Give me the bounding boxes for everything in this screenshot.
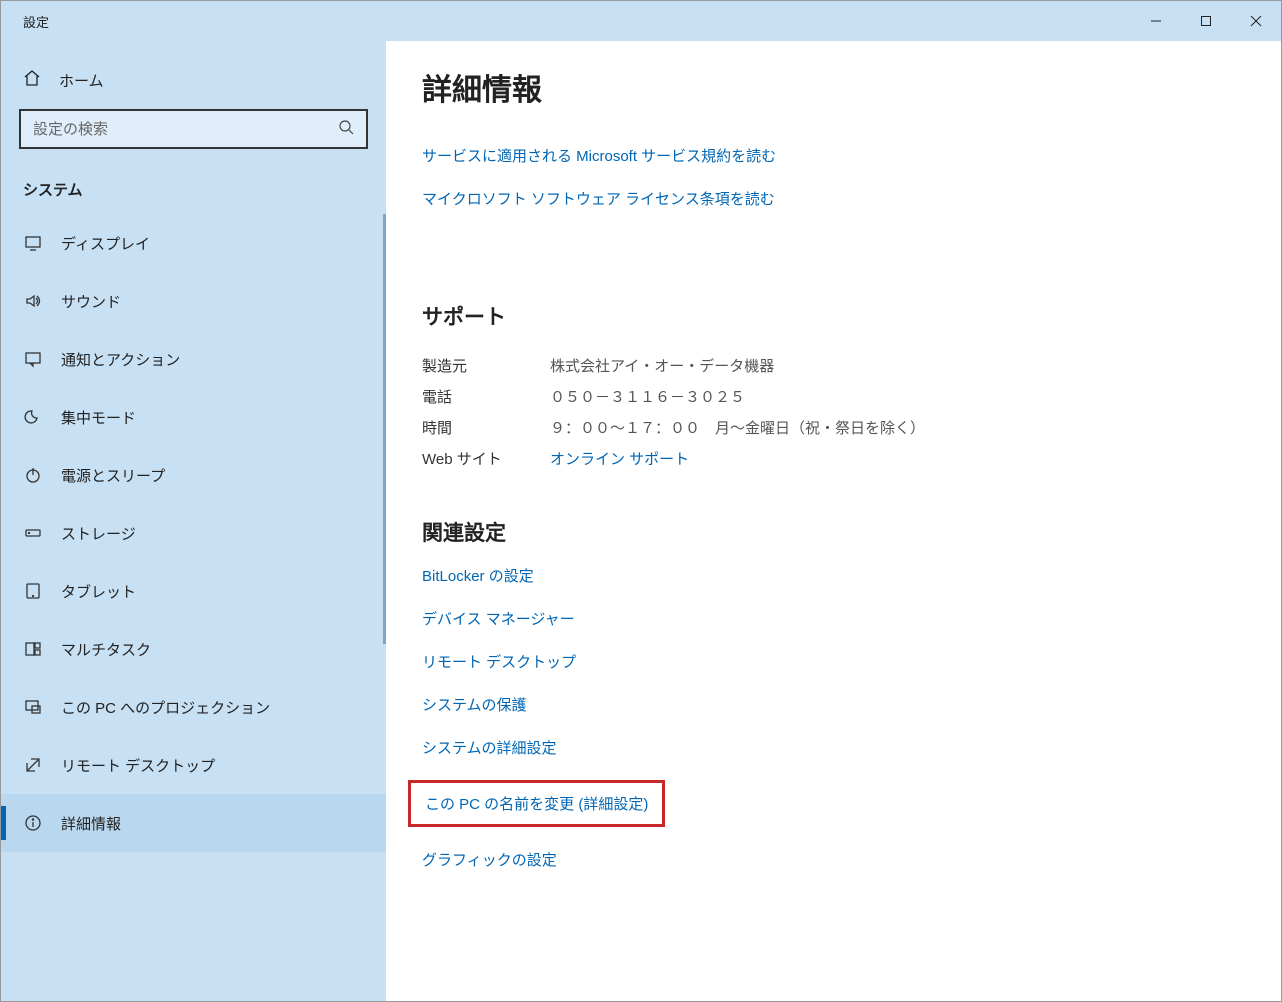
home-label: ホーム: [59, 70, 104, 91]
sidebar-item-label: ディスプレイ: [61, 233, 150, 254]
power-icon: [23, 465, 43, 485]
support-manufacturer: 製造元 株式会社アイ・オー・データ機器: [422, 355, 1245, 376]
link-ms-license-terms[interactable]: マイクロソフト ソフトウェア ライセンス条項を読む: [422, 188, 1245, 209]
search-input[interactable]: [19, 109, 368, 149]
sidebar-item-focus[interactable]: 集中モード: [1, 388, 386, 446]
focus-icon: [23, 407, 43, 427]
link-ms-service-terms[interactable]: サービスに適用される Microsoft サービス規約を読む: [422, 145, 1245, 166]
manufacturer-label: 製造元: [422, 355, 550, 376]
window-title: 設定: [1, 12, 49, 31]
link-system-protection[interactable]: システムの保護: [422, 694, 1245, 715]
sidebar-item-label: 通知とアクション: [61, 349, 180, 370]
link-remote-desktop[interactable]: リモート デスクトップ: [422, 651, 1245, 672]
notifications-icon: [23, 349, 43, 369]
info-icon: [23, 813, 43, 833]
support-phone: 電話 ０５０－３１１６－３０２５: [422, 386, 1245, 407]
sidebar-item-storage[interactable]: ストレージ: [1, 504, 386, 562]
display-icon: [23, 233, 43, 253]
link-graphics-settings[interactable]: グラフィックの設定: [422, 849, 1245, 870]
sidebar-nav: ディスプレイ サウンド 通知とアクション 集中モード 電源とスリープ: [1, 214, 386, 1001]
manufacturer-value: 株式会社アイ・オー・データ機器: [550, 355, 774, 376]
link-bitlocker[interactable]: BitLocker の設定: [422, 565, 1245, 586]
support-hours: 時間 ９：００～１７：００ 月～金曜日（祝・祭日を除く）: [422, 417, 1245, 438]
hours-value: ９：００～１７：００ 月～金曜日（祝・祭日を除く）: [550, 417, 925, 438]
maximize-button[interactable]: [1181, 1, 1231, 41]
sidebar-item-label: マルチタスク: [61, 639, 151, 660]
sidebar: ホーム システム ディスプレイ サウンド: [1, 41, 386, 1001]
sidebar-item-label: 詳細情報: [61, 813, 121, 834]
sidebar-item-sound[interactable]: サウンド: [1, 272, 386, 330]
search-field[interactable]: [33, 121, 338, 138]
sidebar-item-label: リモート デスクトップ: [61, 755, 215, 776]
website-link[interactable]: オンライン サポート: [550, 448, 689, 469]
sound-icon: [23, 291, 43, 311]
close-button[interactable]: [1231, 1, 1281, 41]
support-section: サポート 製造元 株式会社アイ・オー・データ機器 電話 ０５０－３１１６－３０２…: [422, 301, 1245, 469]
sidebar-item-remote[interactable]: リモート デスクトップ: [1, 736, 386, 794]
link-device-manager[interactable]: デバイス マネージャー: [422, 608, 1245, 629]
sidebar-item-label: ストレージ: [61, 523, 136, 544]
tablet-icon: [23, 581, 43, 601]
minimize-button[interactable]: [1131, 1, 1181, 41]
support-heading: サポート: [422, 301, 1245, 331]
titlebar: 設定: [1, 1, 1281, 41]
multitask-icon: [23, 639, 43, 659]
sidebar-item-power[interactable]: 電源とスリープ: [1, 446, 386, 504]
remote-icon: [23, 755, 43, 775]
sidebar-item-notifications[interactable]: 通知とアクション: [1, 330, 386, 388]
content-area: 詳細情報 サービスに適用される Microsoft サービス規約を読む マイクロ…: [386, 41, 1281, 1001]
projection-icon: [23, 697, 43, 717]
sidebar-category: システム: [1, 157, 386, 214]
hours-label: 時間: [422, 417, 550, 438]
sidebar-item-projection[interactable]: この PC へのプロジェクション: [1, 678, 386, 736]
page-title: 詳細情報: [422, 65, 1245, 109]
home-button[interactable]: ホーム: [1, 51, 386, 109]
sidebar-item-label: タブレット: [61, 581, 136, 602]
sidebar-item-label: 集中モード: [61, 407, 136, 428]
sidebar-item-label: サウンド: [61, 291, 121, 312]
search-icon: [338, 119, 354, 140]
sidebar-item-about[interactable]: 詳細情報: [1, 794, 386, 852]
sidebar-item-multitask[interactable]: マルチタスク: [1, 620, 386, 678]
phone-value: ０５０－３１１６－３０２５: [550, 386, 745, 407]
link-advanced-system[interactable]: システムの詳細設定: [422, 737, 1245, 758]
sidebar-item-display[interactable]: ディスプレイ: [1, 214, 386, 272]
sidebar-item-label: 電源とスリープ: [61, 465, 165, 486]
support-website: Web サイト オンライン サポート: [422, 448, 1245, 469]
sidebar-item-label: この PC へのプロジェクション: [61, 697, 270, 718]
home-icon: [23, 69, 41, 91]
phone-label: 電話: [422, 386, 550, 407]
storage-icon: [23, 523, 43, 543]
link-rename-pc-advanced[interactable]: この PC の名前を変更 (詳細設定): [408, 780, 665, 827]
sidebar-item-tablet[interactable]: タブレット: [1, 562, 386, 620]
related-section: 関連設定 BitLocker の設定 デバイス マネージャー リモート デスクト…: [422, 517, 1245, 870]
related-heading: 関連設定: [422, 517, 1245, 547]
website-label: Web サイト: [422, 448, 550, 469]
